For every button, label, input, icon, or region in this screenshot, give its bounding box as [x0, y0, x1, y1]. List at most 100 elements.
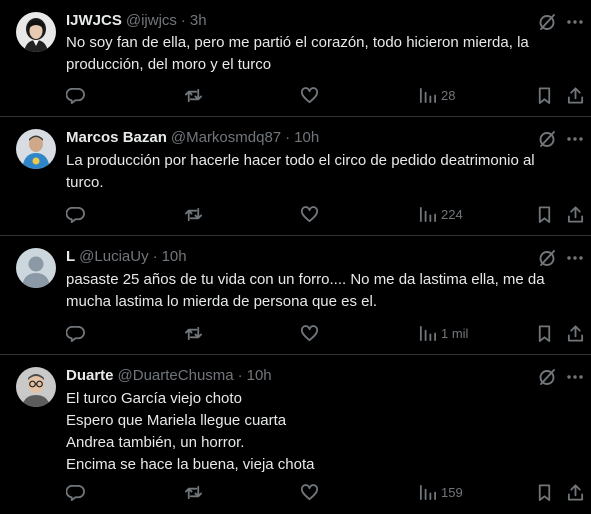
timestamp[interactable]: 3h	[190, 12, 207, 30]
action-bar: 28	[60, 83, 591, 107]
share-button[interactable]	[566, 480, 585, 504]
action-bar: 1 mil	[60, 321, 591, 345]
avatar[interactable]	[16, 129, 56, 169]
like-button[interactable]	[300, 321, 319, 345]
tweet[interactable]: L @LuciaUy · 10h pasaste 25 años de tu v…	[0, 236, 591, 355]
timestamp[interactable]: 10h	[247, 367, 272, 385]
tweet-text-line: producción, del moro y el turco	[66, 56, 272, 73]
like-button[interactable]	[300, 83, 319, 107]
tweet-header: L @LuciaUy · 10h	[66, 248, 187, 266]
avatar[interactable]	[16, 367, 56, 407]
views-count: 28	[441, 87, 456, 103]
heart-icon	[300, 483, 319, 500]
avatar[interactable]	[16, 12, 56, 52]
reply-icon	[66, 206, 85, 223]
repost-button[interactable]	[184, 480, 203, 504]
views-count: 159	[441, 484, 463, 500]
grok-icon[interactable]	[537, 367, 557, 387]
share-button[interactable]	[566, 321, 585, 345]
user-handle[interactable]: @ijwjcs	[126, 12, 177, 30]
like-button[interactable]	[300, 480, 319, 504]
views-chart-icon	[419, 325, 437, 341]
repost-icon	[184, 485, 203, 499]
more-options-icon[interactable]	[565, 367, 585, 387]
tweet-text: La producción por hacerle hacer todo el …	[66, 150, 535, 194]
more-options-icon[interactable]	[565, 12, 585, 32]
display-name[interactable]: Marcos Bazan	[66, 129, 167, 147]
separator-dot: ·	[180, 12, 186, 29]
reply-button[interactable]	[66, 202, 85, 226]
share-icon	[567, 86, 584, 104]
display-name[interactable]: Duarte	[66, 367, 114, 385]
views-chart-icon	[419, 206, 437, 222]
reply-icon	[66, 87, 85, 104]
tweet-text-line: Espero que Mariela llegue cuarta	[66, 412, 287, 429]
share-icon	[567, 324, 584, 342]
separator-dot: ·	[285, 129, 291, 146]
avatar[interactable]	[16, 248, 56, 288]
views-button[interactable]: 159	[418, 480, 463, 504]
grok-icon[interactable]	[537, 129, 557, 149]
views-button[interactable]: 1 mil	[418, 321, 468, 345]
reply-button[interactable]	[66, 321, 85, 345]
separator-dot: ·	[152, 248, 158, 265]
user-handle[interactable]: @Markosmdq87	[171, 129, 281, 147]
repost-button[interactable]	[184, 83, 203, 107]
heart-icon	[300, 86, 319, 103]
views-button[interactable]: 224	[418, 202, 463, 226]
share-button[interactable]	[566, 202, 585, 226]
tweet[interactable]: IJWJCS @ijwjcs · 3h No soy fan de ella, …	[0, 0, 591, 117]
bookmark-button[interactable]	[535, 83, 554, 107]
timestamp[interactable]: 10h	[162, 248, 187, 266]
more-options-icon[interactable]	[565, 129, 585, 149]
share-icon	[567, 483, 584, 501]
tweet-text-line: Andrea también, un horror.	[66, 434, 245, 451]
share-button[interactable]	[566, 83, 585, 107]
reply-button[interactable]	[66, 480, 85, 504]
tweet-text: No soy fan de ella, pero me partió el co…	[66, 32, 529, 76]
views-button[interactable]: 28	[418, 83, 455, 107]
tweet-text-line: Encima se hace la buena, vieja chota	[66, 456, 315, 473]
timestamp[interactable]: 10h	[294, 129, 319, 147]
views-count: 224	[441, 206, 463, 222]
grok-icon[interactable]	[537, 12, 557, 32]
separator-dot: ·	[237, 367, 243, 384]
views-chart-icon	[419, 484, 437, 500]
bookmark-button[interactable]	[535, 321, 554, 345]
repost-icon	[184, 207, 203, 221]
bookmark-button[interactable]	[535, 202, 554, 226]
action-bar: 224	[60, 202, 591, 226]
bookmark-icon	[538, 483, 551, 501]
repost-icon	[184, 88, 203, 102]
grok-icon[interactable]	[537, 248, 557, 268]
tweet-text-line: pasaste 25 años de tu vida con un forro.…	[66, 271, 545, 288]
bookmark-button[interactable]	[535, 480, 554, 504]
tweet-header: Marcos Bazan @Markosmdq87 · 10h	[66, 129, 319, 147]
tweet[interactable]: Marcos Bazan @Markosmdq87 · 10h La produ…	[0, 117, 591, 236]
user-handle[interactable]: @LuciaUy	[79, 248, 148, 266]
views-count: 1 mil	[441, 325, 469, 341]
repost-button[interactable]	[184, 202, 203, 226]
reply-button[interactable]	[66, 83, 85, 107]
tweet-text: pasaste 25 años de tu vida con un forro.…	[66, 269, 545, 313]
display-name[interactable]: IJWJCS	[66, 12, 122, 30]
tweet-text-line: mucha lastima lo mierda de persona que e…	[66, 293, 378, 310]
user-handle[interactable]: @DuarteChusma	[118, 367, 234, 385]
tweet[interactable]: Duarte @DuarteChusma · 10h El turco Garc…	[0, 355, 591, 514]
heart-icon	[300, 324, 319, 341]
tweet-text-line: El turco García viejo choto	[66, 390, 242, 407]
like-button[interactable]	[300, 202, 319, 226]
bookmark-icon	[538, 86, 551, 104]
more-options-icon[interactable]	[565, 248, 585, 268]
repost-button[interactable]	[184, 321, 203, 345]
action-bar: 159	[60, 480, 591, 504]
tweet-header: Duarte @DuarteChusma · 10h	[66, 367, 272, 385]
display-name[interactable]: L	[66, 248, 75, 266]
heart-icon	[300, 205, 319, 222]
person-glasses-icon	[16, 367, 56, 407]
tweet-text-line: La producción por hacerle hacer todo el …	[66, 152, 535, 169]
bookmark-icon	[538, 324, 551, 342]
reply-feed: IJWJCS @ijwjcs · 3h No soy fan de ella, …	[0, 0, 591, 514]
default-profile-icon	[16, 248, 56, 288]
bookmark-icon	[538, 205, 551, 223]
